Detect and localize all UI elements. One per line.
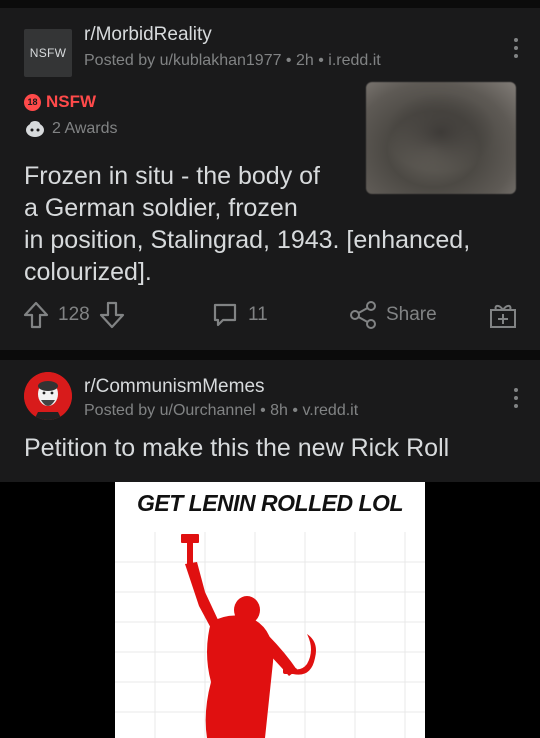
comment-icon	[213, 303, 237, 327]
subreddit-name[interactable]: r/CommunismMemes	[84, 376, 265, 398]
nsfw-18-icon: 18	[24, 93, 41, 111]
post-title[interactable]: Frozen in situ - the body of a German so…	[24, 160, 470, 288]
subreddit-avatar-nsfw[interactable]: NSFW	[24, 29, 72, 77]
nsfw-label: NSFW	[46, 92, 97, 111]
share-button[interactable]: Share	[348, 300, 437, 330]
video-frame[interactable]: GET LENIN ROLLED LOL	[115, 482, 425, 738]
post-title-line: in position, Stalingrad, 1943. [enhanced…	[24, 226, 471, 254]
post-title-line: Frozen in situ - the body of	[24, 162, 320, 190]
vote-count: 128	[58, 304, 90, 325]
video-player[interactable]: GET LENIN ROLLED LOL	[0, 482, 540, 738]
gift-icon	[490, 304, 516, 328]
lenin-avatar-icon	[24, 372, 72, 420]
subreddit-name[interactable]: r/MorbidReality	[84, 24, 212, 46]
downvote-icon[interactable]	[98, 300, 126, 330]
comment-count: 11	[248, 304, 268, 325]
avatar-nsfw-text: NSFW	[29, 46, 67, 60]
comments-button[interactable]: 11	[210, 300, 268, 330]
more-options-icon[interactable]	[514, 388, 520, 408]
lenin-statue-image	[181, 534, 316, 738]
awards-count: 2 Awards	[52, 120, 118, 137]
share-icon	[350, 301, 376, 329]
top-separator	[0, 0, 540, 8]
award-icon	[26, 121, 44, 137]
share-label: Share	[386, 304, 437, 325]
post-card[interactable]: NSFW r/MorbidReality Posted by u/kublakh…	[0, 8, 540, 350]
vote-group: 128	[22, 300, 126, 330]
post-meta[interactable]: Posted by u/Ourchannel • 8h • v.redd.it	[84, 402, 358, 420]
post-actions: 128 11 Share	[0, 300, 540, 340]
post-card[interactable]: r/CommunismMemes Posted by u/Ourchannel …	[0, 360, 540, 738]
subreddit-avatar[interactable]	[24, 372, 72, 420]
post-title[interactable]: Petition to make this the new Rick Roll	[24, 434, 449, 463]
award-button[interactable]	[488, 300, 518, 330]
post-title-line: colourized].	[24, 258, 152, 286]
post-title-line: a German soldier, frozen	[24, 194, 298, 222]
post-meta[interactable]: Posted by u/kublakhan1977 • 2h • i.redd.…	[84, 52, 381, 70]
upvote-icon[interactable]	[22, 300, 50, 330]
awards[interactable]: 2 Awards	[24, 120, 118, 138]
more-options-icon[interactable]	[514, 38, 520, 58]
nsfw-tag: 18 NSFW	[24, 92, 96, 112]
